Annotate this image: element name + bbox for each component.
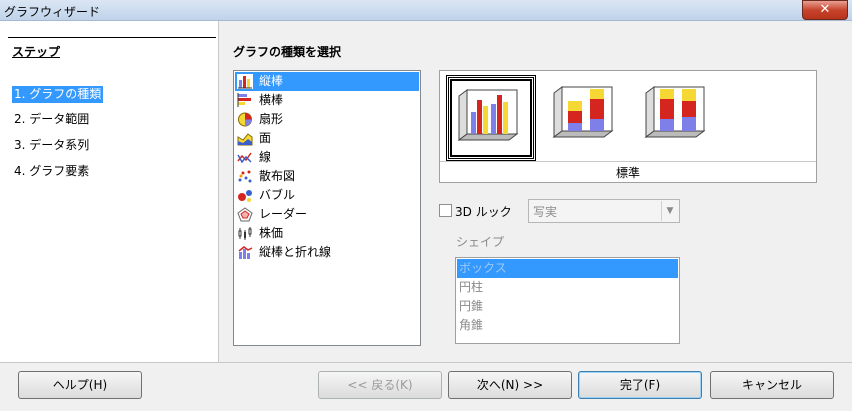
- chevron-down-icon[interactable]: ▼: [661, 201, 678, 221]
- column-chart-icon: [237, 74, 253, 89]
- line-chart-icon: [237, 152, 252, 164]
- step-data-series[interactable]: 3. データ系列: [12, 137, 91, 154]
- steps-panel: ステップ 1. グラフの種類 2. データ範囲 3. データ系列 4. グラフ要…: [0, 21, 219, 362]
- variant-stacked[interactable]: [544, 75, 628, 155]
- 3d-look-select[interactable]: 写実 ▼: [528, 199, 680, 223]
- chart-type-label: 散布図: [259, 169, 296, 183]
- chart-type-scatter[interactable]: 散布図: [235, 167, 419, 186]
- bubble-chart-icon: [238, 190, 252, 202]
- steps-heading: ステップ: [12, 45, 61, 59]
- pie-chart-icon: [238, 112, 252, 127]
- chart-type-label: 線: [259, 150, 272, 164]
- variant-caption: 標準: [440, 161, 816, 181]
- area-chart-icon: [237, 133, 253, 146]
- variant-percent-stacked[interactable]: [636, 75, 720, 155]
- normal-column-icon: [457, 89, 519, 141]
- chart-type-list[interactable]: 縦棒 横棒 扇形 面 線 散布図 バブル レーダー 株価 縦棒と折れ線: [233, 70, 421, 346]
- chart-type-label: レーダー: [259, 207, 308, 221]
- chart-type-label: 横棒: [259, 93, 284, 107]
- help-button[interactable]: ヘルプ(H): [18, 371, 142, 399]
- chart-type-stock[interactable]: 株価: [235, 224, 419, 243]
- bar-chart-icon: [237, 93, 251, 107]
- next-button[interactable]: 次へ(N) >>: [448, 371, 572, 399]
- chart-type-pie[interactable]: 扇形: [235, 110, 419, 129]
- footer-divider: [0, 362, 852, 363]
- scatter-chart-icon: [238, 170, 252, 183]
- chart-type-label: 面: [259, 131, 272, 145]
- chart-type-bubble[interactable]: バブル: [235, 186, 419, 205]
- chart-type-area[interactable]: 面: [235, 129, 419, 148]
- stock-chart-icon: [238, 227, 252, 240]
- chart-type-label: 縦棒と折れ線: [259, 245, 332, 259]
- chart-type-column-line[interactable]: 縦棒と折れ線: [235, 243, 419, 262]
- step-data-range[interactable]: 2. データ範囲: [12, 111, 91, 128]
- shape-list[interactable]: ボックス 円柱 円錐 角錐: [455, 257, 680, 344]
- chart-type-label: バブル: [259, 188, 296, 202]
- finish-button[interactable]: 完了(F): [578, 371, 702, 399]
- variant-normal[interactable]: [446, 75, 536, 161]
- shape-label: シェイプ: [456, 235, 505, 249]
- shape-option-pyramid[interactable]: 角錐: [457, 316, 678, 335]
- chart-variant-panel: 標準: [439, 70, 817, 183]
- divider: [8, 37, 216, 38]
- chart-type-line[interactable]: 線: [235, 148, 419, 167]
- chart-type-radar[interactable]: レーダー: [235, 205, 419, 224]
- shape-option-box[interactable]: ボックス: [457, 259, 678, 278]
- chart-type-heading: グラフの種類を選択: [233, 45, 342, 59]
- title-bar: グラフウィザード ✕: [0, 0, 852, 21]
- chart-type-label: 扇形: [259, 112, 284, 126]
- percent-stacked-column-icon: [644, 86, 706, 138]
- 3d-look-label: 3D ルック: [455, 205, 512, 219]
- step-chart-type[interactable]: 1. グラフの種類: [12, 86, 104, 103]
- chart-type-label: 株価: [259, 226, 284, 240]
- 3d-look-checkbox[interactable]: [439, 204, 452, 217]
- stacked-column-icon: [552, 86, 614, 138]
- chart-type-bar[interactable]: 横棒: [235, 91, 419, 110]
- step-chart-elements[interactable]: 4. グラフ要素: [12, 163, 91, 180]
- radar-chart-icon: [237, 207, 253, 222]
- chart-type-column[interactable]: 縦棒: [235, 72, 419, 91]
- cancel-button[interactable]: キャンセル: [710, 371, 834, 399]
- chart-wizard-dialog: グラフウィザード ✕ ステップ 1. グラフの種類 2. データ範囲 3. デー…: [0, 0, 852, 411]
- chart-type-label: 縦棒: [259, 74, 284, 88]
- back-button[interactable]: << 戻る(K): [318, 371, 442, 399]
- shape-option-cylinder[interactable]: 円柱: [457, 278, 678, 297]
- shape-option-cone[interactable]: 円錐: [457, 297, 678, 316]
- close-button[interactable]: ✕: [802, 0, 848, 20]
- column-line-chart-icon: [238, 246, 253, 259]
- window-title: グラフウィザード: [4, 5, 101, 19]
- 3d-look-value: 写実: [533, 205, 558, 219]
